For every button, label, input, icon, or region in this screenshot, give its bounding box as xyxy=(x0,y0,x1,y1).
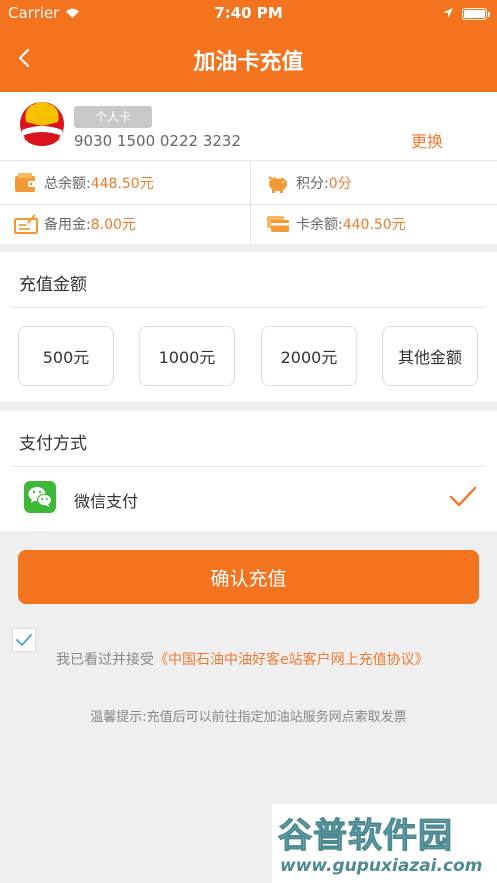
watermark-url: www.gupuxiazai.com xyxy=(280,856,483,876)
total-balance: 总余额: 448.50元 xyxy=(14,172,154,194)
status-bar: Carrier 7:40 PM xyxy=(0,0,497,26)
change-card-button[interactable]: 更换 xyxy=(398,128,456,152)
payment-selected-check-icon[interactable] xyxy=(448,485,478,509)
agreement-prefix: 我已看过并接受 xyxy=(56,652,154,668)
reserve-funds: 备用金: 8.00元 xyxy=(14,213,136,235)
cards-icon xyxy=(266,213,290,235)
watermark-title: 谷普软件园 xyxy=(278,816,453,857)
card-info-panel: 个人卡 9030 1500 0222 3232 更换 总余额: 448.50元 … xyxy=(0,92,497,244)
card-type-badge: 个人卡 xyxy=(74,106,152,128)
amount-section: 充值金额 500元 1000元 2000元 其他金额 xyxy=(0,252,497,401)
points: 积分: 0分 xyxy=(266,172,352,194)
card-balance: 卡余额: 440.50元 xyxy=(266,213,406,235)
amount-section-title: 充值金额 xyxy=(19,275,87,295)
location-arrow-icon xyxy=(442,5,454,23)
checkmark-icon xyxy=(16,634,32,646)
reserve-funds-label: 备用金: xyxy=(44,217,91,233)
cheque-icon xyxy=(14,213,38,235)
petrochina-logo-icon xyxy=(18,100,66,148)
piggy-bank-icon xyxy=(266,172,290,194)
divider xyxy=(12,307,485,308)
agreement-link[interactable]: 《中国石油中油好客e站客户网上充值协议》 xyxy=(154,652,429,668)
battery-icon xyxy=(462,8,490,20)
payment-method-name[interactable]: 微信支付 xyxy=(74,488,138,512)
agreement-text: 我已看过并接受《中国石油中油好客e站客户网上充值协议》 xyxy=(56,649,429,669)
total-balance-value: 448.50元 xyxy=(90,176,154,192)
invoice-tip: 温馨提示:充值后可以前往指定加油站服务网点索取发票 xyxy=(90,710,407,725)
card-number: 9030 1500 0222 3232 xyxy=(74,132,241,150)
status-time: 7:40 PM xyxy=(214,4,283,22)
nav-bar: 加油卡充值 xyxy=(0,36,497,80)
amount-option-500[interactable]: 500元 xyxy=(18,326,114,386)
divider xyxy=(250,160,251,244)
page-title: 加油卡充值 xyxy=(193,50,304,75)
points-label: 积分: xyxy=(296,176,329,192)
wechat-pay-icon xyxy=(24,481,56,513)
watermark: 谷普软件园 www.gupuxiazai.com xyxy=(272,804,497,883)
amount-option-other[interactable]: 其他金额 xyxy=(382,326,478,386)
agreement-checkbox[interactable] xyxy=(12,628,36,652)
total-balance-label: 总余额: xyxy=(44,176,91,192)
points-value: 0分 xyxy=(328,176,352,192)
wallet-icon xyxy=(14,172,38,194)
confirm-recharge-button[interactable]: 确认充值 xyxy=(18,550,479,604)
card-balance-value: 440.50元 xyxy=(342,217,406,233)
amount-option-1000[interactable]: 1000元 xyxy=(139,326,235,386)
reserve-funds-value: 8.00元 xyxy=(90,217,136,233)
divider xyxy=(0,204,497,205)
payment-section-title: 支付方式 xyxy=(19,434,87,454)
divider xyxy=(12,466,485,467)
payment-section: 支付方式 微信支付 xyxy=(0,411,497,531)
card-balance-label: 卡余额: xyxy=(296,217,343,233)
status-right xyxy=(442,5,490,23)
divider xyxy=(0,160,497,161)
top-bar: Carrier 7:40 PM 加油卡充值 xyxy=(0,0,497,92)
amount-option-2000[interactable]: 2000元 xyxy=(261,326,357,386)
